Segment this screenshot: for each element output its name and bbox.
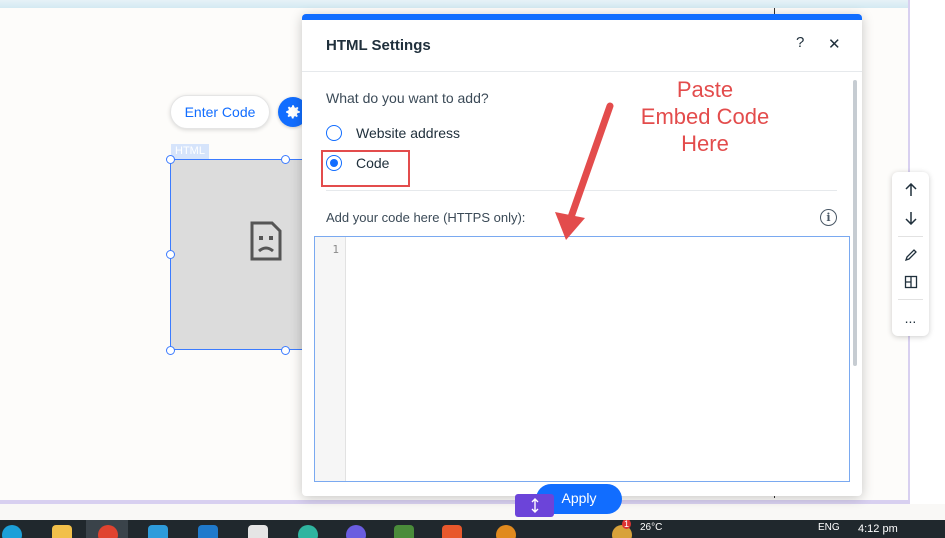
help-button[interactable]: ?	[796, 34, 804, 51]
store-icon[interactable]	[148, 525, 168, 538]
annotation-line: Embed Code	[640, 104, 770, 129]
radio-website-address-label[interactable]: Website address	[356, 125, 460, 141]
dialog-header: HTML Settings ? ✕	[302, 20, 862, 72]
annotation-text: Paste Embed Code Here	[620, 76, 790, 157]
app-icon[interactable]	[496, 525, 516, 538]
html-element-tag: HTML	[171, 144, 209, 159]
line-number-gutter: 1	[315, 237, 346, 481]
arrow-down-icon	[904, 212, 917, 225]
arrow-up-icon	[904, 183, 917, 196]
section-resize-handle[interactable]	[515, 494, 554, 517]
enter-code-button[interactable]: Enter Code	[170, 95, 270, 129]
notepad-icon[interactable]	[248, 525, 268, 538]
broken-page-icon	[250, 221, 282, 261]
resize-handle-top[interactable]	[281, 155, 290, 164]
more-button[interactable]: ...	[892, 305, 929, 331]
radio-website-address[interactable]	[326, 125, 342, 141]
taskbar: 1 26°C ENG 4:12 pm	[0, 520, 945, 538]
code-option-highlight	[321, 150, 410, 187]
mail-icon[interactable]	[198, 525, 218, 538]
annotation-line: Paste	[676, 77, 734, 102]
top-strip	[0, 0, 945, 8]
app-icon[interactable]	[442, 525, 462, 538]
move-up-button[interactable]	[892, 177, 929, 203]
more-icon: ...	[904, 310, 917, 326]
below-canvas	[0, 504, 945, 520]
annotation-line: Here	[681, 131, 729, 156]
weather-temperature[interactable]: 26°C	[640, 522, 662, 533]
close-button[interactable]: ✕	[828, 35, 841, 53]
gear-icon	[286, 105, 300, 119]
dialog-title: HTML Settings	[326, 37, 431, 54]
code-input-label: Add your code here (HTTPS only):	[326, 210, 526, 225]
info-icon[interactable]: i	[820, 209, 837, 226]
file-explorer-icon[interactable]	[52, 525, 72, 538]
toolbar-divider	[898, 236, 923, 237]
edit-button[interactable]	[892, 242, 929, 268]
app-icon[interactable]	[394, 525, 414, 538]
dialog-scrollbar[interactable]	[853, 80, 857, 366]
code-textarea[interactable]	[347, 237, 849, 481]
toolbar-divider	[898, 299, 923, 300]
line-number: 1	[332, 243, 339, 256]
language-indicator[interactable]: ENG	[818, 522, 840, 533]
resize-handle-left[interactable]	[166, 250, 175, 259]
code-editor[interactable]: 1	[314, 236, 850, 482]
chrome-icon[interactable]	[98, 525, 118, 538]
content-type-question: What do you want to add?	[326, 90, 489, 106]
pencil-icon	[904, 249, 917, 262]
annotation-arrow	[555, 102, 614, 240]
html-embed-element[interactable]	[170, 159, 310, 350]
resize-handle-bottom-left[interactable]	[166, 346, 175, 355]
vertical-arrows-icon	[531, 498, 538, 513]
layout-button[interactable]	[892, 269, 929, 295]
clock-time[interactable]: 4:12 pm	[858, 523, 898, 535]
edge-icon[interactable]	[2, 525, 22, 538]
resize-handle-top-left[interactable]	[166, 155, 175, 164]
app-icon[interactable]	[346, 525, 366, 538]
element-side-toolbar: ...	[892, 172, 929, 336]
app-icon[interactable]	[298, 525, 318, 538]
layout-icon	[904, 275, 917, 289]
move-down-button[interactable]	[892, 205, 929, 231]
resize-handle-bottom[interactable]	[281, 346, 290, 355]
